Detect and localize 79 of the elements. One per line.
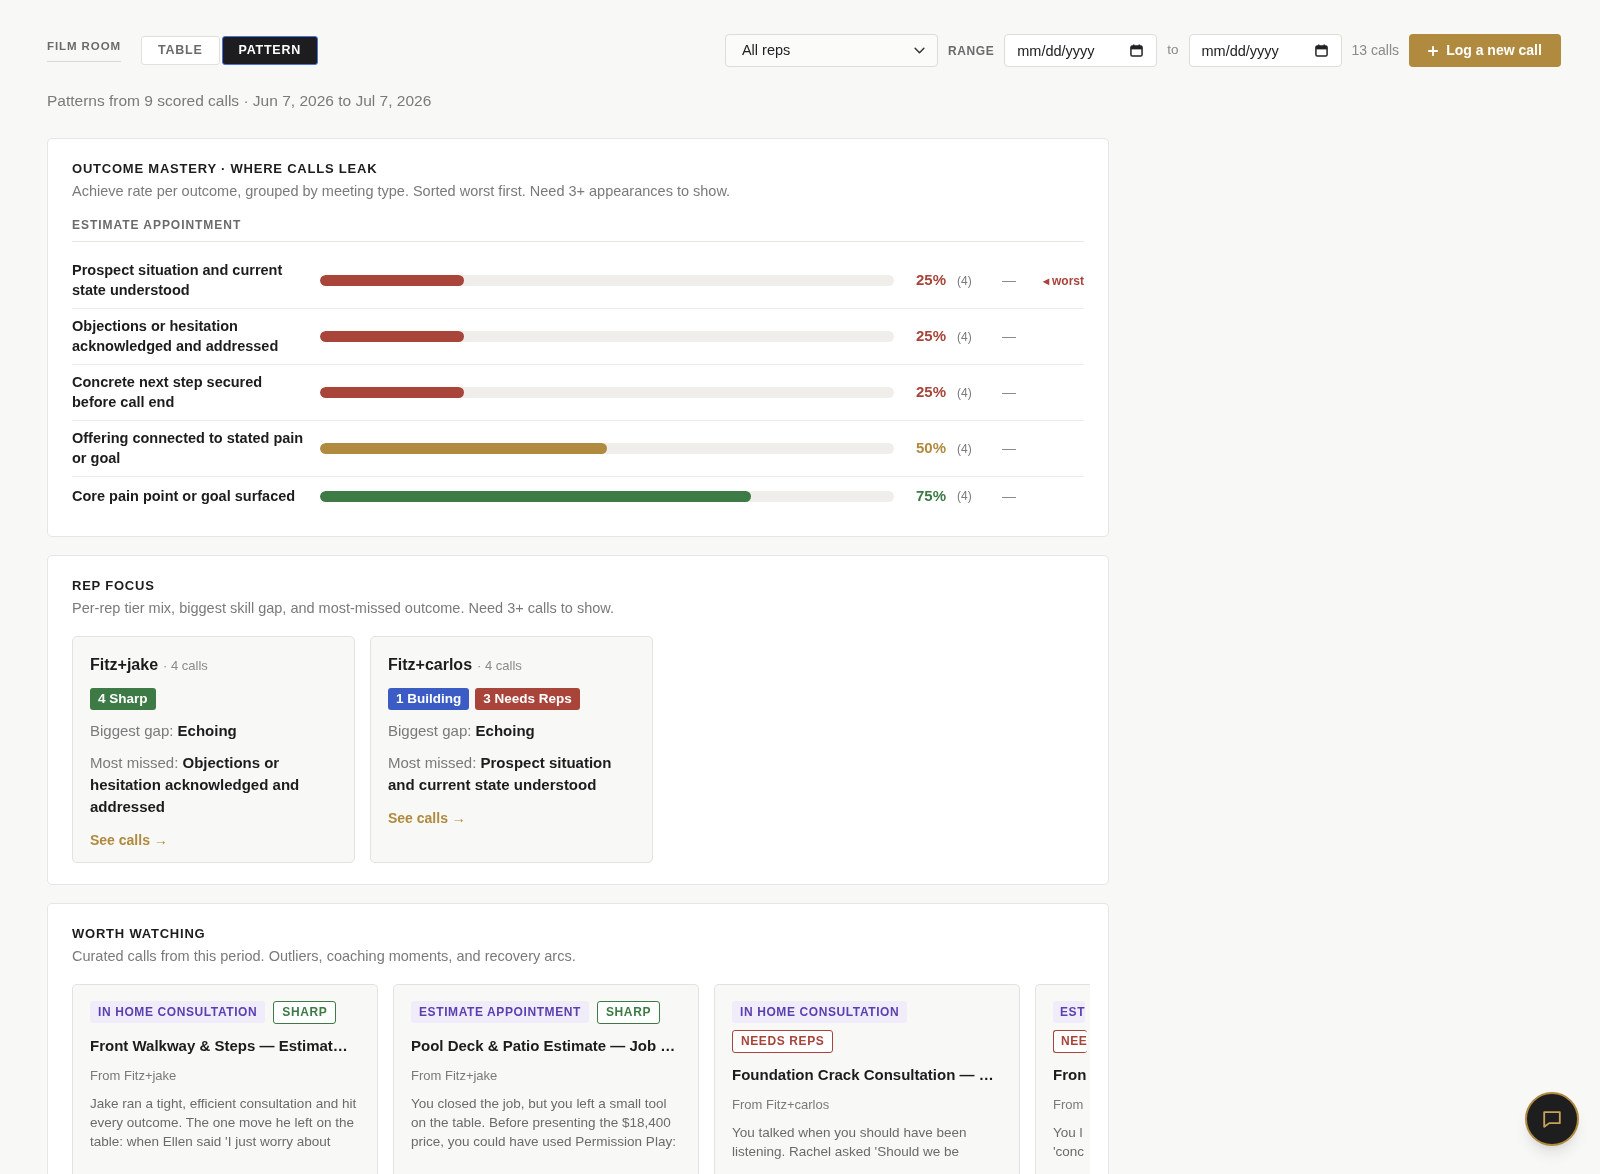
section-title: REP FOCUS (72, 577, 156, 594)
summary-text: Patterns from 9 scored calls · Jun 7, 2026 to Jul 7, 2026 (47, 91, 433, 111)
call-rep: From Fitz+carlos (732, 1095, 831, 1114)
rep-call-count: · 4 calls (163, 656, 208, 675)
view-tab[interactable]: PATTERN (221, 36, 318, 65)
section-description: Achieve rate per outcome, grouped by meeting type. Sorted worst first. Need 3+ appearances to show. (72, 182, 732, 201)
appearance-count: (4) (957, 440, 972, 458)
call-title: Fron (1053, 1064, 1088, 1085)
date-field[interactable]: mm/dd/yyyy (1004, 34, 1158, 67)
call-card[interactable] (393, 983, 699, 1174)
call-title: Pool Deck & Patio Estimate — Job … (411, 1035, 677, 1056)
achievement-percent: 75% (915, 486, 946, 506)
plus-icon (1428, 45, 1439, 56)
call-card[interactable]: EST NEE Fron From You l 'conc (1035, 983, 1090, 1174)
tier-badge: 3 Needs Reps (475, 687, 580, 710)
section-title: WORTH WATCHING (72, 925, 207, 942)
tier-tag: NEEDS REPS (732, 1029, 834, 1053)
rep-name: Fitz+jake (90, 654, 159, 675)
call-summary: You talked when you should have been listening. Rachel asked 'Should we be (732, 1123, 968, 1161)
chevron-down-icon (913, 47, 925, 54)
biggest-gap-text: Biggest gap: Echoing (90, 720, 238, 741)
achievement-percent: 25% (915, 270, 946, 291)
most-missed-text: Most missed: Prospect situation and current state understood (388, 752, 613, 795)
rep-name: Fitz+carlos (388, 654, 473, 675)
tier-tag: SHARP (597, 1000, 660, 1024)
call-summary: You l 'conc (1053, 1123, 1086, 1161)
call-title: Foundation Crack Consultation — … (732, 1064, 995, 1085)
chat-button[interactable] (1525, 1092, 1579, 1146)
appearance-count: (4) (957, 272, 972, 290)
section-title: OUTCOME MASTERY · WHERE CALLS LEAK (72, 161, 379, 177)
trend-dash: — (1002, 383, 1016, 402)
outcome-label: Objections or hesitation acknowledged and addressed (72, 317, 280, 356)
calendar-icon (1130, 44, 1144, 57)
outcome-label: Prospect situation and current state understood (72, 261, 284, 300)
section-description: Curated calls from this period. Outliers, coaching moments, and recovery arcs. (72, 946, 577, 966)
call-title: Front Walkway & Steps — Estimat… (90, 1035, 349, 1056)
rep-call-count: · 4 calls (477, 656, 522, 675)
call-summary: You closed the job, but you left a small tool on the table. Before presenting the $18,400 price, you could have used Permission Play: (411, 1094, 677, 1151)
view-tab[interactable]: TABLE (141, 36, 220, 65)
tier-badge: 1 Building (388, 687, 470, 710)
achievement-percent: 25% (915, 326, 946, 347)
range-separator: to (1167, 41, 1179, 60)
group-heading: ESTIMATE APPOINTMENT (72, 217, 1084, 242)
achievement-percent: 25% (915, 382, 946, 403)
most-missed-text: Most missed: Objections or hesitation acknowledged and addressed (90, 752, 301, 817)
call-summary: Jake ran a tight, efficient consultation and hit every outcome. The one move he left on the table: when Ellen said 'I just worry about (90, 1094, 358, 1151)
trend-dash: — (1002, 486, 1016, 506)
appearance-count: (4) (957, 328, 972, 346)
meeting-type-tag: EST (1053, 1000, 1086, 1023)
tier-tag: NEE (1053, 1029, 1088, 1053)
outcome-label: Concrete next step secured before call end (72, 373, 264, 412)
trend-dash: — (1002, 439, 1016, 458)
date-field[interactable]: mm/dd/yyyy (1188, 34, 1342, 67)
call-count: 13 calls (1351, 41, 1399, 60)
call-rep: From (1053, 1095, 1085, 1114)
tier-badge: 4 Sharp (90, 687, 156, 710)
call-card[interactable] (72, 983, 378, 1174)
appearance-count: (4) (957, 384, 972, 402)
chat-icon (1541, 1108, 1563, 1130)
tier-tag: SHARP (273, 1000, 337, 1024)
appearance-count: (4) (957, 488, 972, 506)
call-rep: From Fitz+jake (90, 1066, 178, 1085)
biggest-gap-text: Biggest gap: Echoing (388, 720, 536, 741)
meeting-type-tag: IN HOME CONSULTATION (732, 1000, 908, 1023)
call-card[interactable]: IN HOME CONSULTATION NEEDS REPS Foundation Crack Consultation — … From Fitz+carlos You talked when you should have been listening. Rachel asked 'Should we be (714, 983, 1020, 1174)
range-label: RANGE (947, 42, 995, 60)
meeting-type-tag: ESTIMATE APPOINTMENT (411, 1000, 589, 1023)
trend-dash: — (1002, 271, 1016, 290)
section-description: Per-rep tier mix, biggest skill gap, and most-missed outcome. Need 3+ calls to show. (72, 598, 615, 618)
calendar-icon (1314, 44, 1328, 57)
call-rep: From Fitz+jake (411, 1066, 499, 1085)
outcome-label: Offering connected to stated pain or goal (72, 429, 305, 468)
meeting-type-tag: IN HOME CONSULTATION (90, 1000, 266, 1023)
trend-dash: — (1002, 327, 1016, 346)
rep-filter-select[interactable]: All reps (724, 34, 938, 67)
worst-marker: ◂ worst (1042, 272, 1084, 290)
film-room-label: FILM ROOM (47, 39, 122, 62)
achievement-percent: 50% (915, 438, 946, 459)
outcome-label: Core pain point or goal surfaced (72, 486, 297, 506)
